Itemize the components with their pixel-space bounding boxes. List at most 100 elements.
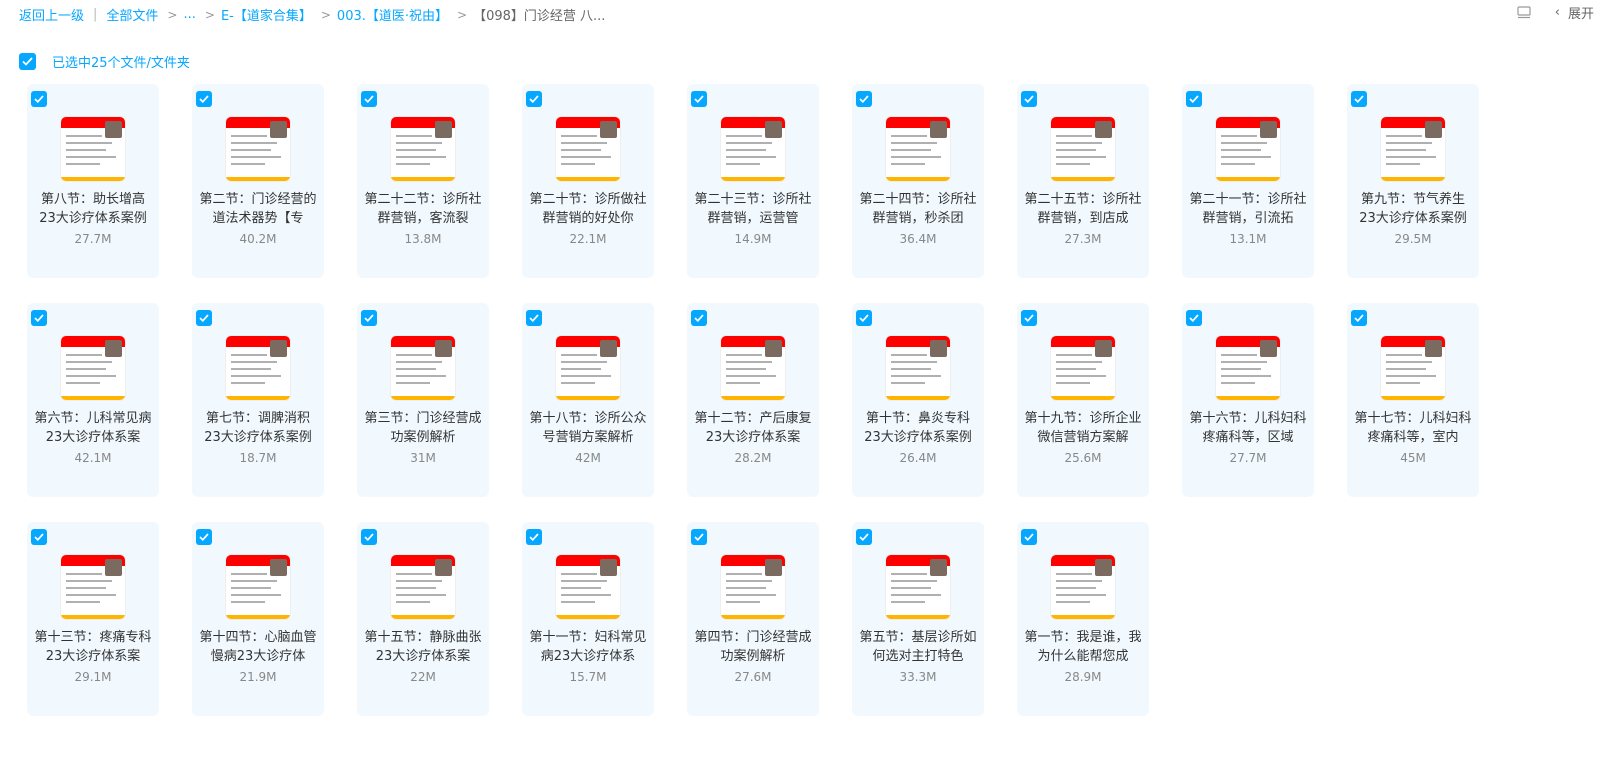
video-thumbnail[interactable] bbox=[1215, 116, 1281, 182]
video-thumbnail[interactable] bbox=[60, 554, 126, 620]
file-card[interactable]: 第七节：调脾消积23大诊疗体系案例 18.7M bbox=[192, 303, 324, 497]
file-checkbox[interactable] bbox=[196, 310, 212, 326]
back-link[interactable]: 返回上一级 bbox=[19, 5, 84, 24]
file-size: 42M bbox=[575, 451, 601, 465]
file-card[interactable]: 第十六节：儿科妇科疼痛科等，区域 27.7M bbox=[1182, 303, 1314, 497]
file-card[interactable]: 第十八节：诊所公众号营销方案解析 42M bbox=[522, 303, 654, 497]
file-name: 第十九节：诊所企业微信营销方案解 bbox=[1024, 411, 1142, 445]
file-checkbox[interactable] bbox=[1021, 529, 1037, 545]
video-thumbnail[interactable] bbox=[720, 554, 786, 620]
file-size: 36.4M bbox=[899, 232, 937, 246]
video-thumbnail[interactable] bbox=[555, 554, 621, 620]
file-checkbox[interactable] bbox=[361, 91, 377, 107]
video-thumbnail[interactable] bbox=[390, 335, 456, 401]
file-name: 第二十一节：诊所社群营销，引流拓 bbox=[1189, 192, 1307, 226]
file-size: 22.1M bbox=[569, 232, 607, 246]
video-thumbnail[interactable] bbox=[720, 116, 786, 182]
video-thumbnail[interactable] bbox=[390, 554, 456, 620]
file-card[interactable]: 第十七节：儿科妇科疼痛科等，室内 45M bbox=[1347, 303, 1479, 497]
video-thumbnail[interactable] bbox=[885, 554, 951, 620]
file-name: 第八节：助长增高23大诊疗体系案例 bbox=[39, 192, 147, 226]
file-checkbox[interactable] bbox=[691, 310, 707, 326]
video-thumbnail[interactable] bbox=[390, 116, 456, 182]
file-checkbox[interactable] bbox=[691, 91, 707, 107]
file-checkbox[interactable] bbox=[31, 91, 47, 107]
file-card[interactable]: 第二十四节：诊所社群营销，秒杀团 36.4M bbox=[852, 84, 984, 278]
video-thumbnail[interactable] bbox=[1050, 335, 1116, 401]
video-thumbnail[interactable] bbox=[885, 335, 951, 401]
file-card[interactable]: 第十节：鼻炎专科23大诊疗体系案例 26.4M bbox=[852, 303, 984, 497]
file-checkbox[interactable] bbox=[856, 529, 872, 545]
video-thumbnail[interactable] bbox=[225, 554, 291, 620]
file-card[interactable]: 第二十三节：诊所社群营销，运营管 14.9M bbox=[687, 84, 819, 278]
file-card[interactable]: 第十三节：疼痛专科23大诊疗体系案 29.1M bbox=[27, 522, 159, 716]
breadcrumb-folder-2[interactable]: 003.【道医·祝由】 bbox=[337, 5, 448, 24]
file-name: 第二十二节：诊所社群营销，客流裂 bbox=[364, 192, 482, 226]
breadcrumb-ellipsis[interactable]: ... bbox=[183, 7, 195, 22]
video-thumbnail[interactable] bbox=[555, 116, 621, 182]
expand-button[interactable]: ‹ 展开 bbox=[1555, 3, 1594, 22]
file-card[interactable]: 第十二节：产后康复23大诊疗体系案 28.2M bbox=[687, 303, 819, 497]
file-size: 29.1M bbox=[74, 670, 112, 684]
video-thumbnail[interactable] bbox=[885, 116, 951, 182]
file-checkbox[interactable] bbox=[196, 529, 212, 545]
file-name: 第三节：门诊经营成功案例解析 bbox=[364, 411, 482, 445]
file-checkbox[interactable] bbox=[1351, 310, 1367, 326]
file-checkbox[interactable] bbox=[856, 91, 872, 107]
grid-view-icon[interactable] bbox=[1517, 5, 1531, 20]
file-card[interactable]: 第十五节：静脉曲张23大诊疗体系案 22M bbox=[357, 522, 489, 716]
file-checkbox[interactable] bbox=[196, 91, 212, 107]
file-checkbox[interactable] bbox=[526, 529, 542, 545]
file-card[interactable]: 第十四节：心脑血管慢病23大诊疗体 21.9M bbox=[192, 522, 324, 716]
file-card[interactable]: 第十九节：诊所企业微信营销方案解 25.6M bbox=[1017, 303, 1149, 497]
file-checkbox[interactable] bbox=[856, 310, 872, 326]
video-thumbnail[interactable] bbox=[1215, 335, 1281, 401]
file-card[interactable]: 第二十二节：诊所社群营销，客流裂 13.8M bbox=[357, 84, 489, 278]
file-checkbox[interactable] bbox=[526, 310, 542, 326]
video-thumbnail[interactable] bbox=[1050, 116, 1116, 182]
video-thumbnail[interactable] bbox=[60, 116, 126, 182]
file-checkbox[interactable] bbox=[526, 91, 542, 107]
file-card[interactable]: 第二十节：诊所做社群营销的好处你 22.1M bbox=[522, 84, 654, 278]
file-card[interactable]: 第五节：基层诊所如何选对主打特色 33.3M bbox=[852, 522, 984, 716]
video-thumbnail[interactable] bbox=[225, 335, 291, 401]
file-card[interactable]: 第九节：节气养生23大诊疗体系案例 29.5M bbox=[1347, 84, 1479, 278]
video-thumbnail[interactable] bbox=[60, 335, 126, 401]
file-name: 第二十三节：诊所社群营销，运营管 bbox=[694, 192, 812, 226]
file-grid: 第八节：助长增高23大诊疗体系案例 27.7M 第二节：门诊经营的道法术器势【专 40… bbox=[27, 84, 1497, 716]
file-card[interactable]: 第四节：门诊经营成功案例解析 27.6M bbox=[687, 522, 819, 716]
file-card[interactable]: 第六节：儿科常见病23大诊疗体系案 42.1M bbox=[27, 303, 159, 497]
breadcrumb-folder-1[interactable]: E-【道家合集】 bbox=[221, 5, 312, 24]
file-checkbox[interactable] bbox=[1351, 91, 1367, 107]
breadcrumb-all-files[interactable]: 全部文件 bbox=[106, 5, 158, 24]
video-thumbnail[interactable] bbox=[225, 116, 291, 182]
file-card[interactable]: 第三节：门诊经营成功案例解析 31M bbox=[357, 303, 489, 497]
file-size: 42.1M bbox=[74, 451, 112, 465]
video-thumbnail[interactable] bbox=[1050, 554, 1116, 620]
file-checkbox[interactable] bbox=[691, 529, 707, 545]
file-size: 25.6M bbox=[1064, 451, 1102, 465]
selection-count: 已选中25个文件/文件夹 bbox=[52, 56, 190, 71]
file-checkbox[interactable] bbox=[31, 529, 47, 545]
file-card[interactable]: 第一节：我是谁，我为什么能帮您成 28.9M bbox=[1017, 522, 1149, 716]
file-name: 第二十四节：诊所社群营销，秒杀团 bbox=[859, 192, 977, 226]
video-thumbnail[interactable] bbox=[1380, 335, 1446, 401]
file-card[interactable]: 第十一节：妇科常见病23大诊疗体系 15.7M bbox=[522, 522, 654, 716]
file-card[interactable]: 第二十五节：诊所社群营销，到店成 27.3M bbox=[1017, 84, 1149, 278]
file-checkbox[interactable] bbox=[1186, 310, 1202, 326]
file-checkbox[interactable] bbox=[31, 310, 47, 326]
file-checkbox[interactable] bbox=[361, 529, 377, 545]
file-card[interactable]: 第二十一节：诊所社群营销，引流拓 13.1M bbox=[1182, 84, 1314, 278]
video-thumbnail[interactable] bbox=[1380, 116, 1446, 182]
file-checkbox[interactable] bbox=[361, 310, 377, 326]
file-name: 第六节：儿科常见病23大诊疗体系案 bbox=[34, 411, 152, 445]
file-card[interactable]: 第二节：门诊经营的道法术器势【专 40.2M bbox=[192, 84, 324, 278]
file-card[interactable]: 第八节：助长增高23大诊疗体系案例 27.7M bbox=[27, 84, 159, 278]
file-checkbox[interactable] bbox=[1186, 91, 1202, 107]
select-all-checkbox[interactable] bbox=[19, 53, 36, 70]
file-name: 第十节：鼻炎专科23大诊疗体系案例 bbox=[864, 411, 972, 445]
video-thumbnail[interactable] bbox=[720, 335, 786, 401]
file-checkbox[interactable] bbox=[1021, 91, 1037, 107]
video-thumbnail[interactable] bbox=[555, 335, 621, 401]
file-checkbox[interactable] bbox=[1021, 310, 1037, 326]
